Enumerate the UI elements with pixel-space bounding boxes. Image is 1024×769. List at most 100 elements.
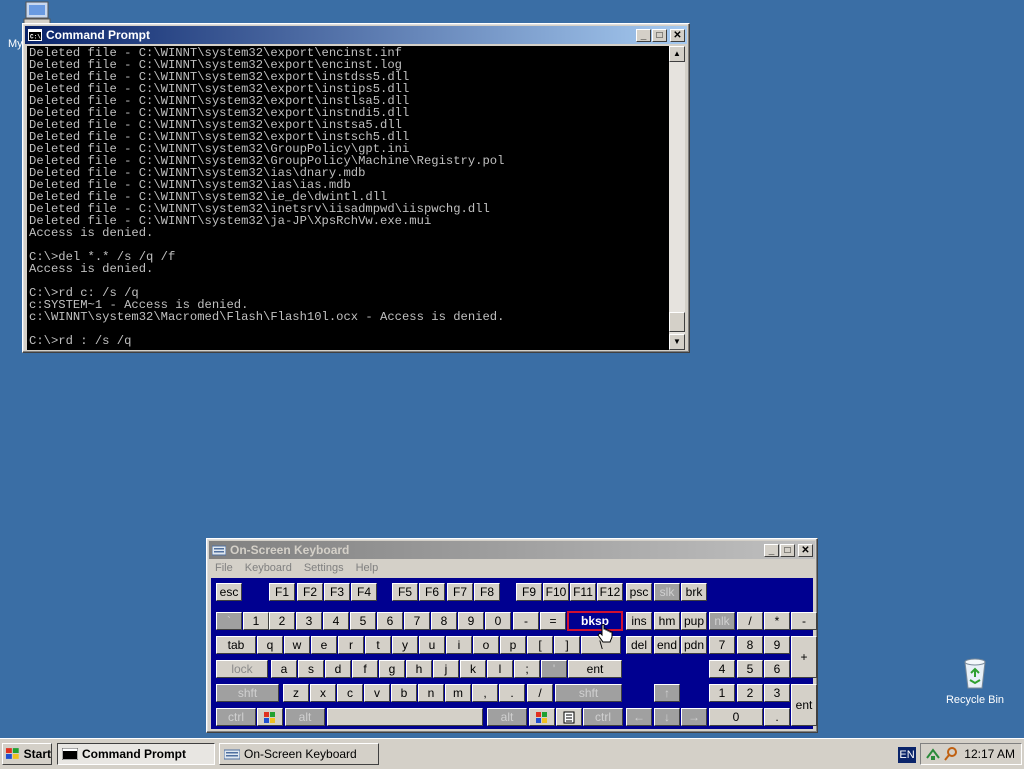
key-j[interactable]: j xyxy=(433,660,459,678)
key-f1[interactable]: F1 xyxy=(269,583,295,601)
key-f11[interactable]: F11 xyxy=(570,583,596,601)
key-f12[interactable]: F12 xyxy=(597,583,623,601)
key-pdn[interactable]: pdn xyxy=(681,636,707,654)
key-r[interactable]: r xyxy=(338,636,364,654)
key-f3[interactable]: F3 xyxy=(324,583,350,601)
key-np1[interactable]: 1 xyxy=(709,684,735,702)
key-s[interactable]: s xyxy=(298,660,324,678)
key-ralt[interactable]: alt xyxy=(487,708,527,726)
recycle-bin[interactable]: Recycle Bin xyxy=(940,656,1010,706)
key-shft[interactable]: shft xyxy=(216,684,279,702)
key-u[interactable]: u xyxy=(419,636,445,654)
clock[interactable]: 12:17 AM xyxy=(964,747,1015,761)
taskbar-item-command-prompt[interactable]: Command Prompt xyxy=(57,743,215,765)
menu-file[interactable]: File xyxy=(210,560,240,578)
key-hm[interactable]: hm xyxy=(654,612,680,630)
key-brk[interactable]: brk xyxy=(681,583,707,601)
key-q[interactable]: q xyxy=(257,636,283,654)
key-np-sub[interactable]: - xyxy=(791,612,817,630)
key-n0[interactable]: 0 xyxy=(485,612,511,630)
network-icon[interactable] xyxy=(925,746,941,762)
key-minus[interactable]: - xyxy=(513,612,539,630)
key-f9[interactable]: F9 xyxy=(516,583,542,601)
key-right[interactable]: → xyxy=(681,708,707,726)
key-np-ent[interactable]: ent xyxy=(791,684,817,726)
key-lock[interactable]: lock xyxy=(216,660,268,678)
key-e[interactable]: e xyxy=(311,636,337,654)
key-ins[interactable]: ins xyxy=(626,612,652,630)
key-b[interactable]: b xyxy=(391,684,417,702)
key-w[interactable]: w xyxy=(284,636,310,654)
menu-settings[interactable]: Settings xyxy=(299,560,351,578)
scroll-thumb[interactable] xyxy=(669,312,685,332)
key-f6[interactable]: F6 xyxy=(419,583,445,601)
key-equals[interactable]: = xyxy=(540,612,566,630)
search-icon[interactable] xyxy=(943,746,959,762)
key-ctrl[interactable]: ctrl xyxy=(216,708,256,726)
menu-key[interactable] xyxy=(556,708,582,726)
start-button[interactable]: Start xyxy=(2,743,52,765)
language-indicator[interactable]: EN xyxy=(898,747,916,763)
key-y[interactable]: y xyxy=(392,636,418,654)
key-np-add[interactable]: + xyxy=(791,636,817,678)
minimize-button[interactable]: _ xyxy=(636,28,651,42)
key-np9[interactable]: 9 xyxy=(764,636,790,654)
key-down[interactable]: ↓ xyxy=(654,708,680,726)
key-n3[interactable]: 3 xyxy=(296,612,322,630)
key-np2[interactable]: 2 xyxy=(737,684,763,702)
key-np-dot[interactable]: . xyxy=(764,708,790,726)
key-f10[interactable]: F10 xyxy=(543,583,569,601)
key-del[interactable]: del xyxy=(626,636,652,654)
key-period[interactable]: . xyxy=(499,684,525,702)
key-a[interactable]: a xyxy=(271,660,297,678)
close-button[interactable]: ✕ xyxy=(670,28,685,42)
key-n[interactable]: n xyxy=(418,684,444,702)
key-d[interactable]: d xyxy=(325,660,351,678)
key-n8[interactable]: 8 xyxy=(431,612,457,630)
key-n2[interactable]: 2 xyxy=(269,612,295,630)
key-lbr[interactable]: [ xyxy=(527,636,553,654)
key-rbr[interactable]: ] xyxy=(554,636,580,654)
key-np-div[interactable]: / xyxy=(737,612,763,630)
taskbar-item-on-screen-keyboard[interactable]: On-Screen Keyboard xyxy=(219,743,379,765)
key-np4[interactable]: 4 xyxy=(709,660,735,678)
key-n9[interactable]: 9 xyxy=(458,612,484,630)
key-slash[interactable]: / xyxy=(527,684,553,702)
key-esc[interactable]: esc xyxy=(216,583,242,601)
key-pup[interactable]: pup xyxy=(681,612,707,630)
key-c[interactable]: c xyxy=(337,684,363,702)
key-f4[interactable]: F4 xyxy=(351,583,377,601)
vertical-scrollbar[interactable]: ▲ ▼ xyxy=(669,46,685,350)
scroll-down-button[interactable]: ▼ xyxy=(669,334,685,350)
key-bksp[interactable]: bksp xyxy=(567,611,623,631)
key-n1[interactable]: 1 xyxy=(243,612,269,630)
key-ent[interactable]: ent xyxy=(568,660,622,678)
key-n5[interactable]: 5 xyxy=(350,612,376,630)
key-comma[interactable]: , xyxy=(472,684,498,702)
scroll-up-button[interactable]: ▲ xyxy=(669,46,685,62)
key-x[interactable]: x xyxy=(310,684,336,702)
key-semi[interactable]: ; xyxy=(514,660,540,678)
key-l[interactable]: l xyxy=(487,660,513,678)
key-m[interactable]: m xyxy=(445,684,471,702)
key-z[interactable]: z xyxy=(283,684,309,702)
console-output[interactable]: Deleted file - C:\WINNT\system32\export\… xyxy=(27,46,669,350)
key-np3[interactable]: 3 xyxy=(764,684,790,702)
key-up[interactable]: ↑ xyxy=(654,684,680,702)
key-psc[interactable]: psc xyxy=(626,583,652,601)
key-np-mul[interactable]: * xyxy=(764,612,790,630)
windows-key[interactable] xyxy=(529,708,555,726)
key-np8[interactable]: 8 xyxy=(737,636,763,654)
key-rctrl[interactable]: ctrl xyxy=(583,708,623,726)
key-np5[interactable]: 5 xyxy=(737,660,763,678)
menu-keyboard[interactable]: Keyboard xyxy=(240,560,299,578)
key-n4[interactable]: 4 xyxy=(323,612,349,630)
key-left[interactable]: ← xyxy=(626,708,652,726)
key-f7[interactable]: F7 xyxy=(447,583,473,601)
key-np0[interactable]: 0 xyxy=(709,708,763,726)
key-n7[interactable]: 7 xyxy=(404,612,430,630)
key-slk[interactable]: slk xyxy=(654,583,680,601)
key-o[interactable]: o xyxy=(473,636,499,654)
key-f5[interactable]: F5 xyxy=(392,583,418,601)
key-f2[interactable]: F2 xyxy=(297,583,323,601)
